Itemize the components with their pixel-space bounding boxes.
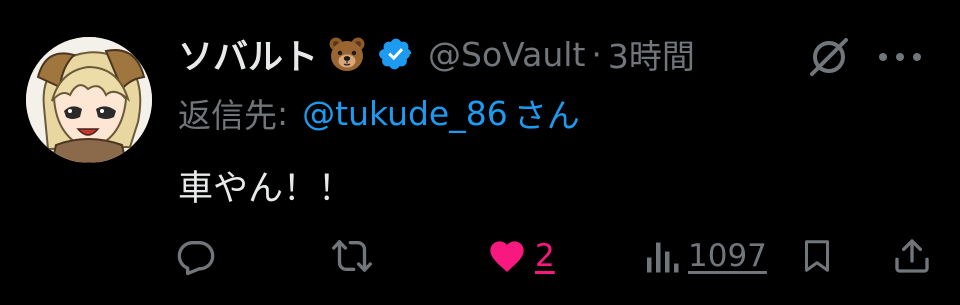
heart-icon <box>490 241 524 272</box>
post-header: ソバルト @SoVault · 3時間 <box>178 26 695 82</box>
reply-to-handle-link[interactable]: @tukude_86 <box>302 94 508 133</box>
reply-colon: : <box>277 93 289 133</box>
reply-to-line: 返信先 : @tukude_86 さん <box>178 88 580 138</box>
reply-to-suffix[interactable]: さん <box>514 89 580 137</box>
bookmark-icon <box>805 240 829 272</box>
verified-badge-icon[interactable] <box>378 36 414 72</box>
separator-dot: · <box>591 34 602 74</box>
post-timestamp[interactable]: 3時間 <box>608 30 695 78</box>
post-text: 車やん！！ <box>178 169 354 209</box>
views-icon <box>647 242 679 273</box>
more-options-icon[interactable] <box>875 45 925 69</box>
share-icon <box>895 239 929 273</box>
grok-icon[interactable] <box>806 34 852 80</box>
reply-label: 返信先 <box>178 96 277 135</box>
display-name[interactable]: ソバルト <box>178 29 318 80</box>
retweet-icon <box>332 240 372 272</box>
reply-icon <box>177 241 215 276</box>
like-button[interactable]: 2 <box>487 236 555 276</box>
user-handle[interactable]: @SoVault <box>428 35 585 74</box>
bookmark-button[interactable] <box>799 236 835 276</box>
bear-face-emoji-icon <box>328 35 366 73</box>
retweet-button[interactable] <box>331 236 373 276</box>
avatar[interactable] <box>26 37 152 163</box>
views-count[interactable]: 1097 <box>688 238 767 274</box>
share-button[interactable] <box>892 236 932 276</box>
reply-button[interactable] <box>176 236 216 276</box>
like-count[interactable]: 2 <box>535 238 555 274</box>
views-button[interactable]: 1097 <box>644 236 767 276</box>
